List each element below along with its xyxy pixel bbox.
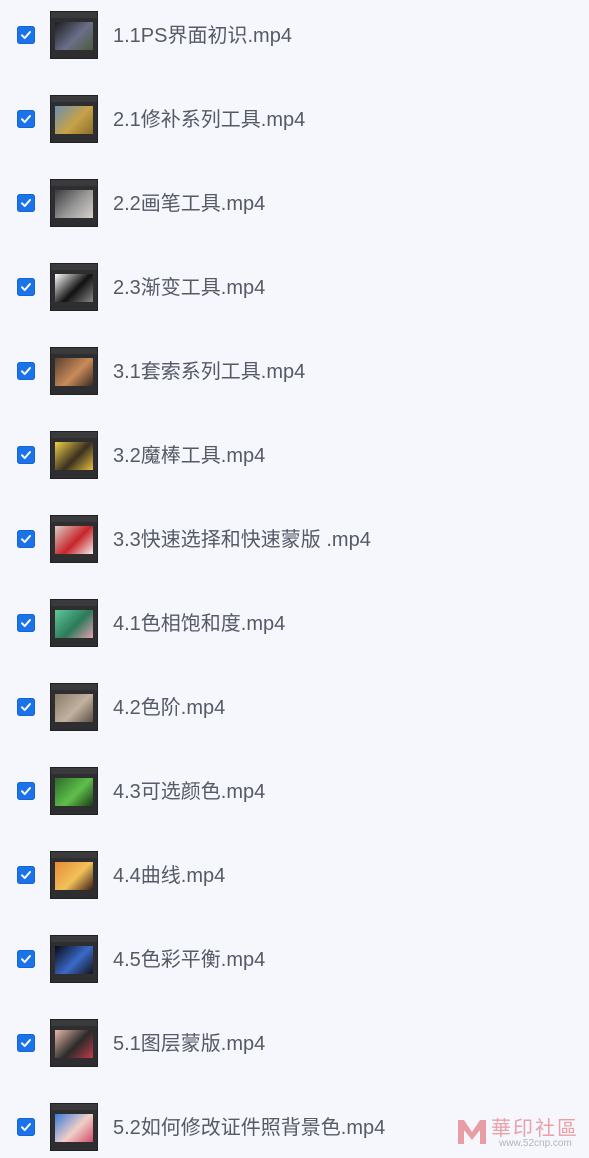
file-checkbox[interactable] xyxy=(17,614,35,632)
list-item[interactable]: 4.4曲线.mp4 xyxy=(0,846,589,906)
list-item[interactable]: 3.2魔棒工具.mp4 xyxy=(0,426,589,486)
landscape-thumbnail xyxy=(50,95,98,143)
file-name: 4.3可选颜色.mp4 xyxy=(113,781,266,803)
list-item[interactable]: 4.2色阶.mp4 xyxy=(0,678,589,738)
checkmark-icon xyxy=(21,1039,31,1047)
hue-thumbnail xyxy=(50,599,98,647)
sneaker-thumbnail xyxy=(50,515,98,563)
watermark: 華印社區 www.52cnp.com xyxy=(455,1112,585,1152)
levels-thumbnail xyxy=(50,683,98,731)
file-name: 4.2色阶.mp4 xyxy=(113,697,226,719)
checkmark-icon xyxy=(21,703,31,711)
list-item[interactable]: 5.1图层蒙版.mp4 xyxy=(0,1014,589,1074)
selective-color-thumbnail xyxy=(50,767,98,815)
file-checkbox[interactable] xyxy=(17,446,35,464)
file-name: 1.1PS界面初识.mp4 xyxy=(113,25,292,47)
file-name: 4.5色彩平衡.mp4 xyxy=(113,949,266,971)
watermark-logo-icon xyxy=(458,1120,486,1144)
file-name: 4.4曲线.mp4 xyxy=(113,865,226,887)
checkmark-icon xyxy=(21,367,31,375)
checkmark-icon xyxy=(21,1123,31,1131)
file-checkbox[interactable] xyxy=(17,866,35,884)
checkmark-icon xyxy=(21,451,31,459)
file-checkbox[interactable] xyxy=(17,362,35,380)
checkmark-icon xyxy=(21,31,31,39)
checkmark-icon xyxy=(21,787,31,795)
color-balance-thumbnail xyxy=(50,935,98,983)
list-item[interactable]: 4.3可选颜色.mp4 xyxy=(0,762,589,822)
checkmark-icon xyxy=(21,199,31,207)
file-checkbox[interactable] xyxy=(17,530,35,548)
checkmark-icon xyxy=(21,115,31,123)
file-name: 3.1套索系列工具.mp4 xyxy=(113,361,306,383)
checkmark-icon xyxy=(21,619,31,627)
file-name: 2.2画笔工具.mp4 xyxy=(113,193,266,215)
list-item[interactable]: 3.1套索系列工具.mp4 xyxy=(0,342,589,402)
file-checkbox[interactable] xyxy=(17,194,35,212)
list-item[interactable]: 3.3快速选择和快速蒙版 .mp4 xyxy=(0,510,589,570)
checkmark-icon xyxy=(21,955,31,963)
list-item[interactable]: 2.3渐变工具.mp4 xyxy=(0,258,589,318)
file-name: 5.1图层蒙版.mp4 xyxy=(113,1033,266,1055)
lasso-thumbnail xyxy=(50,347,98,395)
file-checkbox[interactable] xyxy=(17,26,35,44)
checkmark-icon xyxy=(21,535,31,543)
file-name: 3.3快速选择和快速蒙版 .mp4 xyxy=(113,529,371,551)
watermark-title: 華印社區 xyxy=(491,1116,579,1140)
magic-wand-thumbnail xyxy=(50,431,98,479)
layer-mask-thumbnail xyxy=(50,1019,98,1067)
file-checkbox[interactable] xyxy=(17,110,35,128)
curves-thumbnail xyxy=(50,851,98,899)
list-item[interactable]: 4.5色彩平衡.mp4 xyxy=(0,930,589,990)
watermark-url: www.52cnp.com xyxy=(499,1138,572,1149)
gradient-thumbnail xyxy=(50,263,98,311)
file-checkbox[interactable] xyxy=(17,1034,35,1052)
list-item[interactable]: 4.1色相饱和度.mp4 xyxy=(0,594,589,654)
ps-interface-thumbnail xyxy=(50,11,98,59)
file-checkbox[interactable] xyxy=(17,950,35,968)
file-name: 5.2如何修改证件照背景色.mp4 xyxy=(113,1117,386,1139)
list-item[interactable]: 1.1PS界面初识.mp4 xyxy=(0,6,589,66)
list-item[interactable]: 2.2画笔工具.mp4 xyxy=(0,174,589,234)
id-photo-thumbnail xyxy=(50,1103,98,1151)
file-checkbox[interactable] xyxy=(17,782,35,800)
file-name: 2.3渐变工具.mp4 xyxy=(113,277,266,299)
file-checkbox[interactable] xyxy=(17,1118,35,1136)
checkmark-icon xyxy=(21,283,31,291)
file-name: 3.2魔棒工具.mp4 xyxy=(113,445,266,467)
brush-thumbnail xyxy=(50,179,98,227)
list-item[interactable]: 2.1修补系列工具.mp4 xyxy=(0,90,589,150)
file-checkbox[interactable] xyxy=(17,278,35,296)
file-name: 2.1修补系列工具.mp4 xyxy=(113,109,306,131)
checkmark-icon xyxy=(21,871,31,879)
file-checkbox[interactable] xyxy=(17,698,35,716)
file-name: 4.1色相饱和度.mp4 xyxy=(113,613,286,635)
